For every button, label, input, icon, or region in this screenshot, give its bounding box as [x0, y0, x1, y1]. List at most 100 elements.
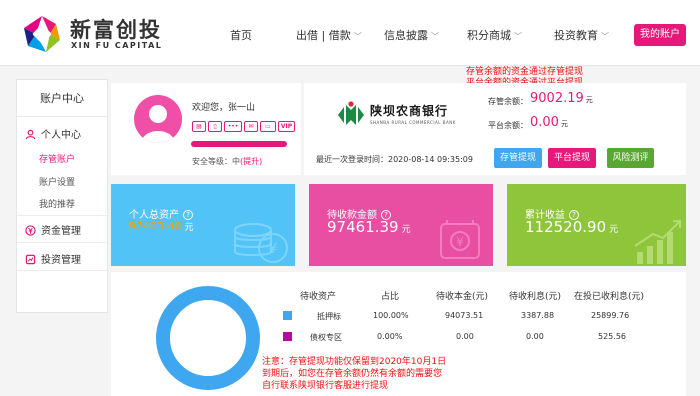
- total-assets: 97463.48 元: [129, 220, 194, 233]
- profile-panel: 欢迎您，张一山 ▤ ▯ ••• ✉ ▭ VIP 安全等级：中(提升): [111, 83, 301, 175]
- total-assets-value: 97463.48: [129, 220, 182, 233]
- brand-name: 新富创投: [70, 18, 162, 42]
- nav-disclosure[interactable]: 信息披露 ﹀: [384, 27, 439, 43]
- custody-balance-value: 9002.19: [530, 91, 584, 106]
- security-level-bar: [191, 141, 287, 147]
- chevron-down-icon: ﹀: [514, 32, 522, 41]
- id-card-icon[interactable]: ▤: [192, 121, 206, 132]
- money-icon: [25, 225, 36, 236]
- table-cell: 债权专区: [310, 333, 342, 342]
- avatar[interactable]: [134, 95, 182, 143]
- notice-bottom-line3: 自行联系陕坝银行客服进行提现: [262, 381, 389, 391]
- legend-swatch-debt: [283, 332, 292, 341]
- chevron-down-icon: ﹀: [353, 32, 362, 41]
- welcome-text: 欢迎您，张一山: [192, 103, 256, 113]
- custody-withdraw-button[interactable]: 存管提现: [494, 148, 542, 168]
- wallet-icon: ¥: [440, 220, 480, 259]
- table-cell: 0.00: [456, 332, 474, 341]
- security-level-label: 安全等级：中: [192, 157, 240, 166]
- table-cell: 0.00: [526, 332, 544, 341]
- nav-points-mall-label: 积分商城: [467, 29, 511, 42]
- chevron-down-icon: ﹀: [431, 32, 439, 41]
- security-level: 安全等级：中(提升): [192, 156, 262, 167]
- vip-badge[interactable]: VIP: [278, 121, 295, 132]
- table-cell: 0.00%: [377, 332, 403, 341]
- table-header: 待收资产: [300, 292, 337, 302]
- table-cell: 94073.51: [445, 311, 484, 320]
- nav-education-label: 投资教育: [554, 29, 598, 42]
- table-cell: 3387.88: [521, 311, 555, 320]
- sidebar-item-account-settings[interactable]: 账户设置: [39, 175, 75, 188]
- top-header: 新富创投 XIN FU CAPITAL 首页 出借 | 借款 ﹀ 信息披露 ﹀ 积分…: [0, 0, 700, 66]
- sidebar-item-custody-account[interactable]: 存管账户: [39, 152, 75, 165]
- table-header: 占比: [381, 292, 400, 302]
- sidebar-title: 账户中心: [17, 80, 107, 117]
- currency-unit: 元: [401, 225, 411, 235]
- card-total-assets: 个人总资产? 97463.48 元 ¥: [111, 184, 295, 266]
- sidebar-group-personal-label: 个人中心: [41, 130, 81, 141]
- nav-lend-borrow-label: 出借 | 借款: [296, 29, 351, 42]
- table-header: 待收本金(元): [436, 292, 489, 302]
- nav-points-mall[interactable]: 积分商城 ﹀: [467, 27, 522, 43]
- sidebar-group-investment[interactable]: 投资管理: [17, 251, 109, 266]
- cumulative-income: 112520.90 元: [525, 218, 618, 236]
- bank-panel: 陕坝农商银行 SHANBA RURAL COMMERCIAL BANK 最近一次…: [304, 83, 686, 175]
- nav-home-label: 首页: [230, 29, 252, 42]
- platform-balance-label: 平台余额：: [488, 121, 528, 130]
- sidebar-divider: [17, 215, 109, 216]
- platform-withdraw-button[interactable]: 平台提现: [548, 148, 596, 168]
- help-icon[interactable]: ?: [183, 210, 193, 220]
- card-receivable: 待收款金额? 97461.39 元 ¥: [309, 184, 493, 266]
- sidebar-group-investment-label: 投资管理: [41, 255, 81, 266]
- invest-icon: [25, 254, 36, 265]
- nav-education[interactable]: 投资教育 ﹀: [554, 27, 609, 43]
- platform-balance-value: 0.00: [530, 115, 559, 130]
- email-icon[interactable]: ✉: [244, 121, 258, 132]
- security-upgrade-link[interactable]: (提升): [240, 157, 262, 166]
- table-cell: 抵押标: [317, 312, 341, 321]
- table-cell: 100.00%: [373, 311, 409, 320]
- card-cumulative-income: 累计收益? 112520.90 元: [507, 184, 686, 266]
- sidebar-group-funds[interactable]: 资金管理: [17, 222, 109, 237]
- currency-unit: 元: [560, 120, 568, 128]
- bank-card-icon[interactable]: ▭: [260, 121, 276, 132]
- user-icon: [25, 129, 36, 140]
- cumulative-income-value: 112520.90: [525, 218, 607, 236]
- custody-balance-label: 存管余额：: [488, 97, 528, 106]
- verification-badges: ▤ ▯ ••• ✉ ▭ VIP: [192, 121, 297, 140]
- sidebar: 账户中心 个人中心 存管账户 账户设置 我的推荐 资金管理 投资管理: [16, 79, 109, 313]
- table-header: 待收利息(元): [509, 292, 562, 302]
- currency-unit: 元: [609, 225, 619, 235]
- custody-balance: 9002.19 元: [530, 91, 593, 106]
- chevron-down-icon: ﹀: [601, 32, 609, 41]
- svg-text:¥: ¥: [269, 241, 278, 257]
- sidebar-group-personal[interactable]: 个人中心: [17, 126, 109, 141]
- bank-name: 陕坝农商银行: [370, 104, 449, 118]
- receivable-value: 97461.39: [327, 218, 399, 236]
- password-icon[interactable]: •••: [224, 121, 242, 132]
- bank-name-en: SHANBA RURAL COMMERCIAL BANK: [370, 120, 456, 125]
- platform-balance: 0.00 元: [530, 115, 568, 130]
- avatar-silhouette-icon: [141, 105, 175, 143]
- nav-disclosure-label: 信息披露: [384, 29, 428, 42]
- svg-text:¥: ¥: [456, 235, 464, 249]
- phone-icon[interactable]: ▯: [208, 121, 222, 132]
- risk-assessment-button[interactable]: 风险测评: [607, 148, 654, 168]
- sidebar-group-funds-label: 资金管理: [41, 226, 81, 237]
- receivable: 97461.39 元: [327, 218, 411, 236]
- bank-logo-icon: [338, 101, 364, 125]
- nav-lend-borrow[interactable]: 出借 | 借款 ﹀: [296, 27, 362, 43]
- assets-donut-chart: [156, 286, 260, 390]
- my-account-button[interactable]: 我的账户: [634, 24, 686, 46]
- brand-name-en: XIN FU CAPITAL: [71, 41, 163, 50]
- total-assets-label: 个人总资产?: [129, 206, 193, 221]
- coins-icon: ¥: [234, 223, 288, 263]
- growth-chart-icon: [634, 220, 681, 264]
- nav-home[interactable]: 首页: [230, 27, 252, 43]
- sidebar-divider: [17, 242, 109, 243]
- table-cell: 525.56: [598, 332, 626, 341]
- brand-logo[interactable]: [22, 14, 62, 54]
- sidebar-item-my-referrals[interactable]: 我的推荐: [39, 197, 75, 210]
- table-cell: 25899.76: [591, 311, 630, 320]
- currency-unit: 元: [184, 223, 194, 233]
